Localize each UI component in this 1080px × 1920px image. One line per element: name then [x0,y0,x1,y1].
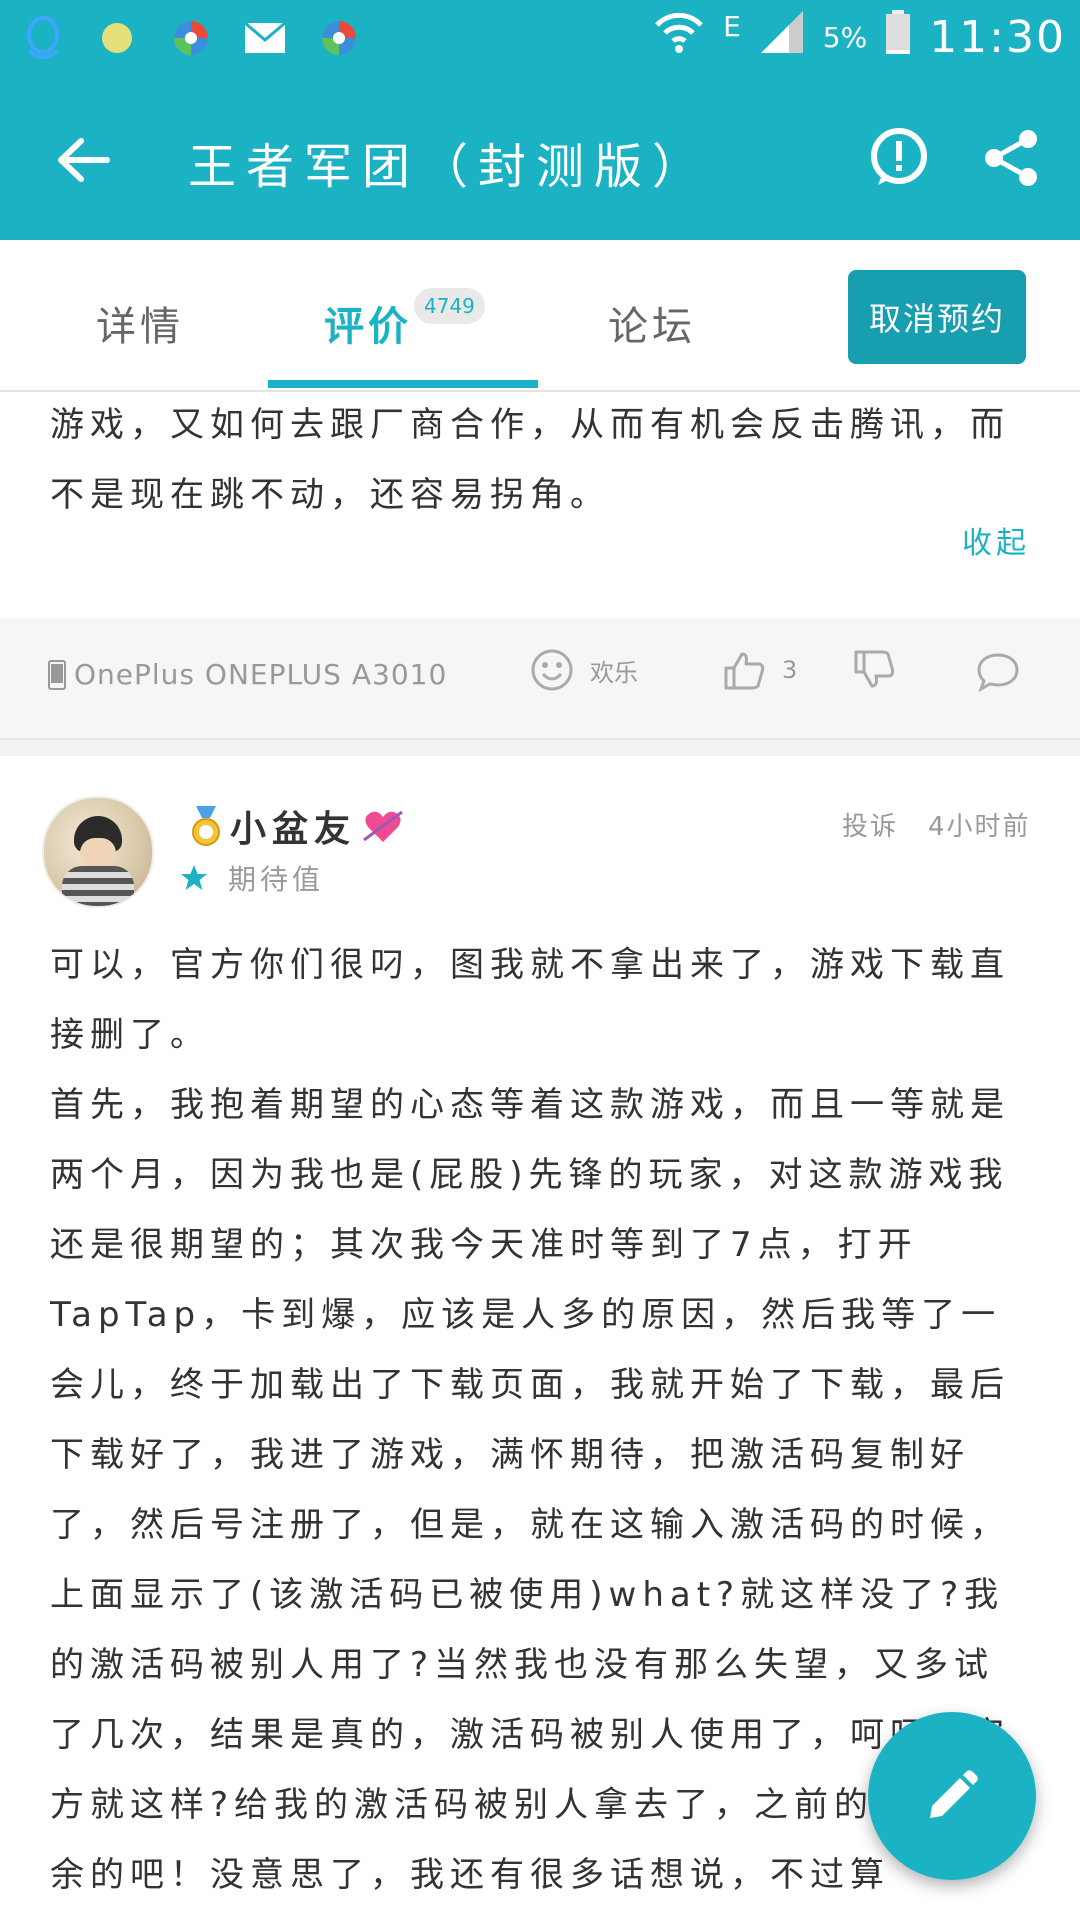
battery-icon [885,9,911,66]
pencil-icon [930,1770,978,1818]
wifi-icon [653,9,705,66]
comment-button[interactable] [976,652,1020,696]
like-button[interactable]: 3 [722,648,797,692]
device-info: OnePlus ONEPLUS A3010 [48,658,447,691]
system-status: E 5% 11:30 [653,6,1066,68]
network-type: E [723,10,741,43]
share-button[interactable] [980,127,1042,189]
collapse-link[interactable]: 收起 [962,518,1030,562]
comment-icon [977,653,1019,693]
review-action-bar: OnePlus ONEPLUS A3010 欢乐 3 [0,618,1080,740]
previous-review-text: 游戏，又如何去跟厂商合作，从而有机会反击腾讯，而不是现在跳不动，还容易拐角。 [50,405,1010,515]
review-text: 可以，官方你们很叼，图我就不拿出来了，游戏下载直接删了。 首先，我抱着期望的心态… [50,945,1010,1895]
report-link[interactable]: 投诉 [842,806,898,843]
cancel-reservation-button[interactable]: 取消预约 [848,270,1026,364]
review-count-badge: 4749 [414,288,485,324]
reaction-label: 欢乐 [590,658,638,687]
smiley-icon [531,649,573,691]
write-review-button[interactable] [868,1712,1036,1880]
tab-forum[interactable]: 论坛 [608,294,696,352]
status-bar: E 5% 11:30 [0,0,1080,75]
tab-bar: 详情 评价 4749 论坛 取消预约 [0,240,1080,392]
exclamation-circle-icon [871,128,927,185]
thumbs-up-icon [724,652,765,690]
section-divider [0,740,1080,756]
report-button[interactable] [868,127,930,189]
arrow-left-icon [58,138,110,182]
dislike-button[interactable] [852,648,896,696]
battery-percent: 5% [822,20,868,54]
heart-arrow-icon [363,810,403,842]
browser-icon-2 [316,15,362,61]
share-icon [985,130,1037,186]
circle-icon [94,15,140,61]
avatar[interactable] [42,796,154,908]
thumbs-down-icon [854,650,895,688]
expectation-label: 期待值 [228,863,325,896]
expectation-rating: 期待值 [180,858,324,898]
back-button[interactable] [44,125,124,195]
app-bar: 王者军团（封测版） [0,75,1080,240]
username: 小盆友 [230,809,357,850]
clock: 11:30 [929,11,1066,63]
device-name: OnePlus ONEPLUS A3010 [74,658,448,691]
tab-review[interactable]: 评价 [324,294,412,352]
page-title: 王者军团（封测版） [188,139,711,195]
qq-icon [20,15,66,61]
browser-icon [168,15,214,61]
signal-icon [759,9,805,66]
reaction-button[interactable]: 欢乐 [530,648,638,692]
mail-icon [242,15,288,61]
tab-detail[interactable]: 详情 [96,294,184,352]
active-tab-indicator [268,380,538,388]
notification-icons [20,10,362,66]
like-count: 3 [782,656,798,684]
phone-icon [48,659,66,690]
review-time: 4小时前 [928,812,1031,842]
review-author[interactable]: 小盆友 [188,800,404,852]
star-icon [181,865,207,890]
review-body: 可以，官方你们很叼，图我就不拿出来了，游戏下载直接删了。 首先，我抱着期望的心态… [50,930,1015,1910]
medal-icon [192,806,220,846]
